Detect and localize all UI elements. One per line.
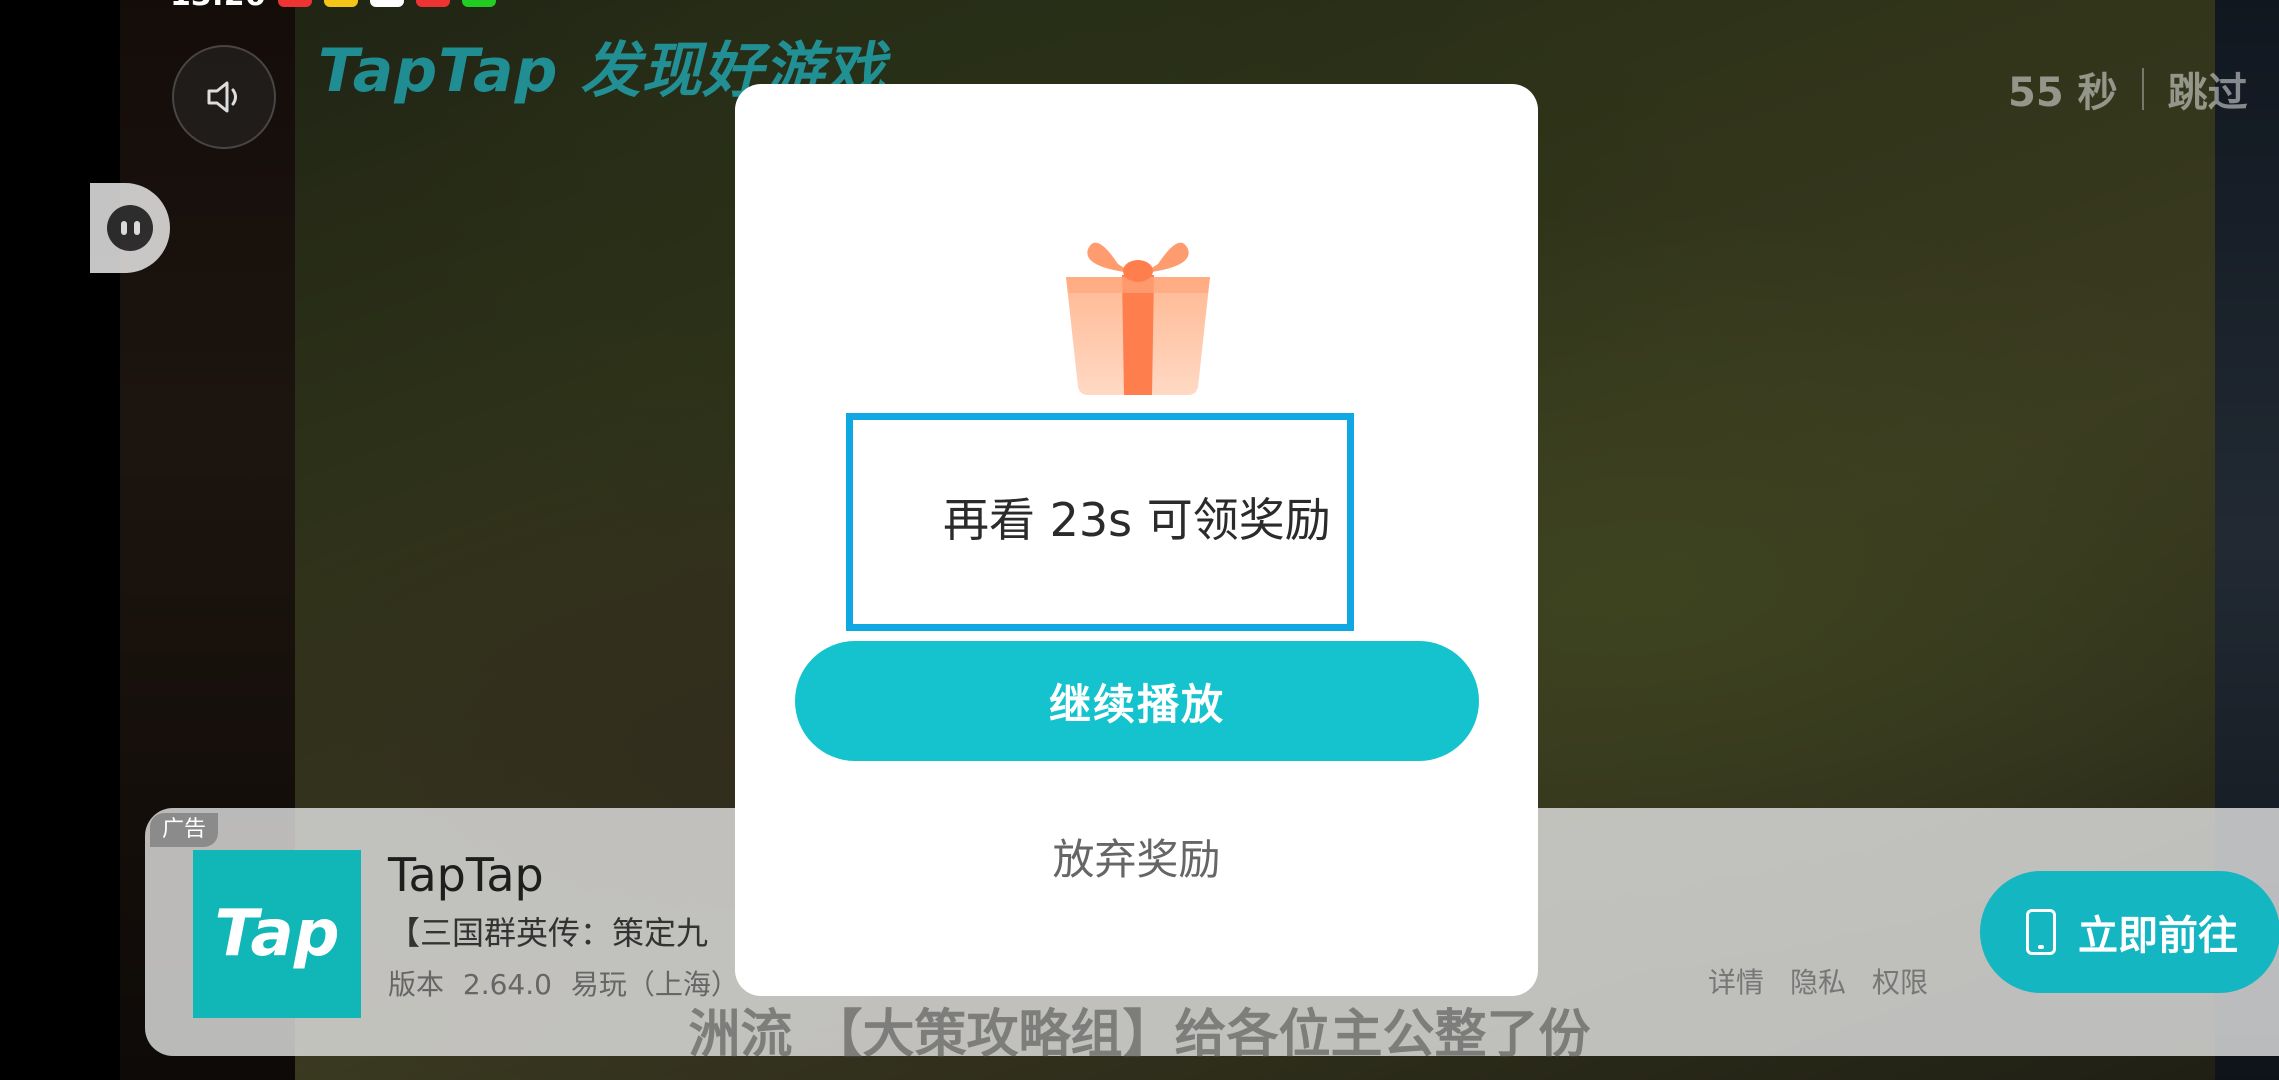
go-now-label: 立即前往 [2078,913,2238,959]
app-title: TapTap [388,848,544,902]
notification-icon [323,0,358,7]
video-subtitle: 洲流 【大策攻略组】给各位主公整了份 [688,1004,1591,1065]
divider [2141,68,2144,110]
give-up-reward-button[interactable]: 放弃奖励 [735,826,1538,887]
ad-tag: 广告 [150,813,219,847]
ad-timer: 55 秒 跳过 [2008,60,2248,118]
phone-icon [2026,909,2056,955]
gift-icon [1066,242,1210,395]
countdown-text: 55 秒 [2008,70,2118,116]
notification-icon [369,0,404,7]
status-bar: 13:26 [170,0,496,13]
notification-icon [461,0,496,7]
robot-icon [107,205,153,251]
app-description: 【三国群英传：策定九 [388,914,709,952]
notification-icon [415,0,450,7]
notification-icon [277,0,312,7]
continue-playing-button[interactable]: 继续播放 [795,641,1479,761]
go-now-button[interactable]: 立即前往 [1980,871,2279,993]
reward-dialog: 再看 23s 可领奖励 继续播放 放弃奖励 [735,84,1538,996]
status-time: 13:26 [170,0,266,13]
reward-countdown-text: 再看 23s 可领奖励 [943,493,1331,547]
volume-icon [207,81,237,113]
skip-button[interactable]: 跳过 [2168,60,2248,118]
volume-button[interactable] [172,45,276,149]
